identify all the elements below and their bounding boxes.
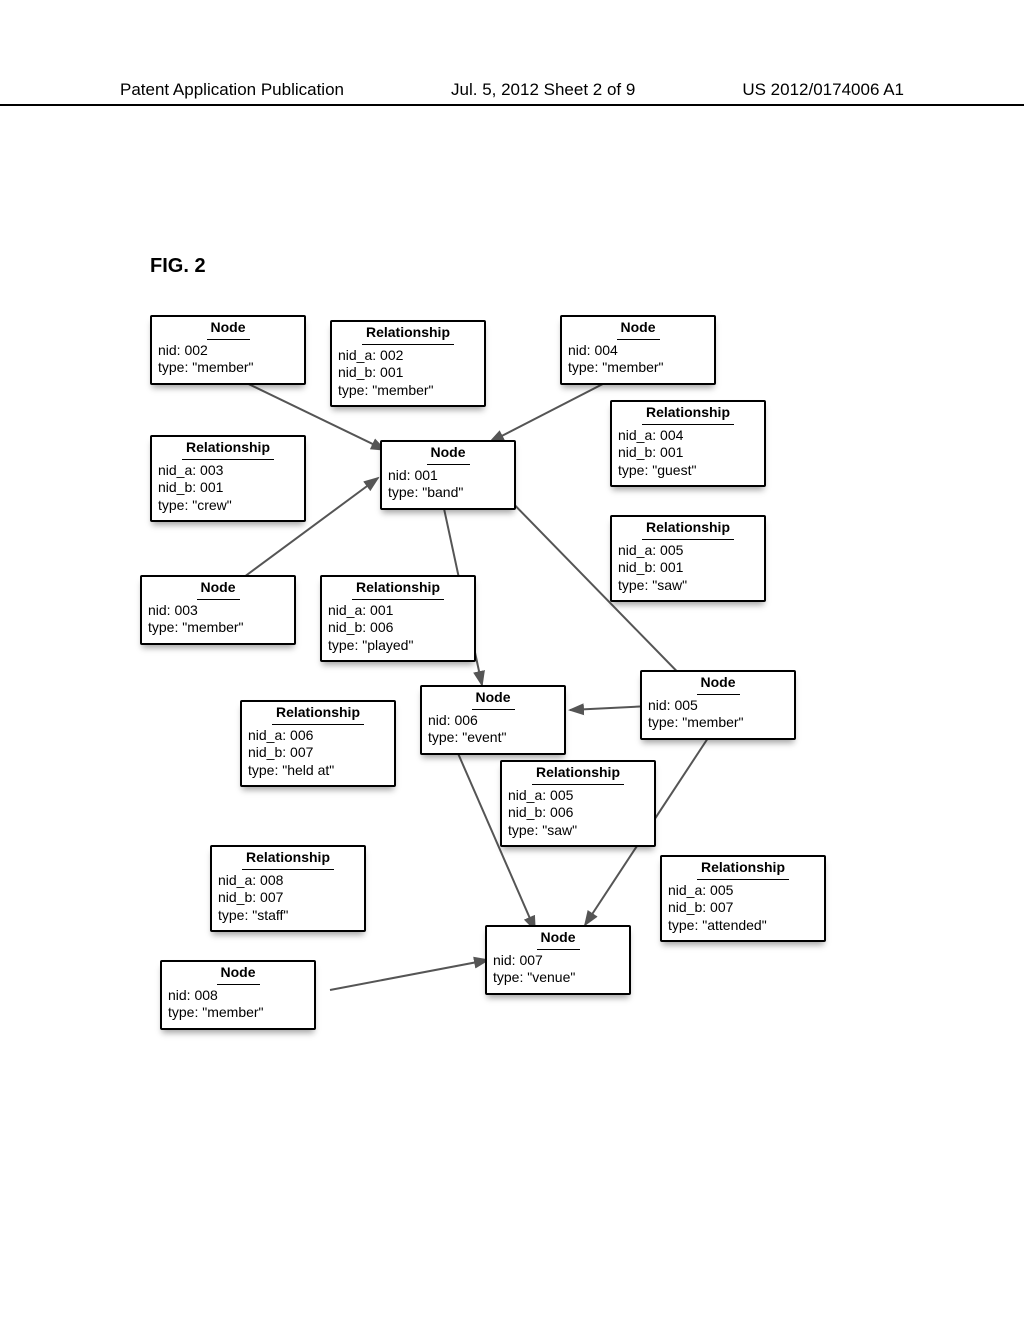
rel-001-006-b: nid_b: 006 bbox=[328, 619, 468, 637]
node-title: Node bbox=[207, 319, 250, 340]
rel-005-007-type: type: "attended" bbox=[668, 917, 818, 935]
node-title: Node bbox=[197, 579, 240, 600]
relationship-005-007: Relationship nid_a: 005 nid_b: 007 type:… bbox=[660, 855, 826, 942]
node-004-nid: nid: 004 bbox=[568, 342, 708, 360]
node-003: Node nid: 003 type: "member" bbox=[140, 575, 296, 645]
relationship-006-007: Relationship nid_a: 006 nid_b: 007 type:… bbox=[240, 700, 396, 787]
rel-006-007-b: nid_b: 007 bbox=[248, 744, 388, 762]
node-004: Node nid: 004 type: "member" bbox=[560, 315, 716, 385]
rel-002-001-a: nid_a: 002 bbox=[338, 347, 478, 365]
rel-004-001-a: nid_a: 004 bbox=[618, 427, 758, 445]
relationship-003-001: Relationship nid_a: 003 nid_b: 001 type:… bbox=[150, 435, 306, 522]
node-title: Node bbox=[217, 964, 260, 985]
relationship-008-007: Relationship nid_a: 008 nid_b: 007 type:… bbox=[210, 845, 366, 932]
node-title: Node bbox=[472, 689, 515, 710]
node-002: Node nid: 002 type: "member" bbox=[150, 315, 306, 385]
node-001-nid: nid: 001 bbox=[388, 467, 508, 485]
rel-005-006-b: nid_b: 006 bbox=[508, 804, 648, 822]
rel-005-006-a: nid_a: 005 bbox=[508, 787, 648, 805]
node-004-type: type: "member" bbox=[568, 359, 708, 377]
node-006-nid: nid: 006 bbox=[428, 712, 558, 730]
relationship-title: Relationship bbox=[697, 859, 789, 880]
rel-008-007-a: nid_a: 008 bbox=[218, 872, 358, 890]
rel-005-001-type: type: "saw" bbox=[618, 577, 758, 595]
node-006-type: type: "event" bbox=[428, 729, 558, 747]
rel-005-007-a: nid_a: 005 bbox=[668, 882, 818, 900]
rel-006-007-type: type: "held at" bbox=[248, 762, 388, 780]
node-006: Node nid: 006 type: "event" bbox=[420, 685, 566, 755]
diagram-area: Node nid: 002 type: "member" Relationshi… bbox=[130, 300, 890, 1030]
edge-008-007 bbox=[330, 960, 488, 990]
relationship-title: Relationship bbox=[362, 324, 454, 345]
rel-001-006-type: type: "played" bbox=[328, 637, 468, 655]
rel-004-001-b: nid_b: 001 bbox=[618, 444, 758, 462]
node-title: Node bbox=[427, 444, 470, 465]
header-center: Jul. 5, 2012 Sheet 2 of 9 bbox=[451, 80, 635, 100]
relationship-title: Relationship bbox=[642, 519, 734, 540]
rel-002-001-b: nid_b: 001 bbox=[338, 364, 478, 382]
node-001-type: type: "band" bbox=[388, 484, 508, 502]
rel-008-007-b: nid_b: 007 bbox=[218, 889, 358, 907]
relationship-title: Relationship bbox=[182, 439, 274, 460]
header-right: US 2012/0174006 A1 bbox=[742, 80, 904, 100]
rel-003-001-a: nid_a: 003 bbox=[158, 462, 298, 480]
node-003-type: type: "member" bbox=[148, 619, 288, 637]
figure-label: FIG. 2 bbox=[150, 255, 206, 278]
node-007-nid: nid: 007 bbox=[493, 952, 623, 970]
rel-003-001-b: nid_b: 001 bbox=[158, 479, 298, 497]
rel-008-007-type: type: "staff" bbox=[218, 907, 358, 925]
node-title: Node bbox=[617, 319, 660, 340]
node-007-type: type: "venue" bbox=[493, 969, 623, 987]
node-005-nid: nid: 005 bbox=[648, 697, 788, 715]
rel-005-006-type: type: "saw" bbox=[508, 822, 648, 840]
relationship-005-006: Relationship nid_a: 005 nid_b: 006 type:… bbox=[500, 760, 656, 847]
node-title: Node bbox=[697, 674, 740, 695]
node-005: Node nid: 005 type: "member" bbox=[640, 670, 796, 740]
node-title: Node bbox=[537, 929, 580, 950]
node-008-nid: nid: 008 bbox=[168, 987, 308, 1005]
page: Patent Application Publication Jul. 5, 2… bbox=[0, 0, 1024, 1320]
relationship-001-006: Relationship nid_a: 001 nid_b: 006 type:… bbox=[320, 575, 476, 662]
node-005-type: type: "member" bbox=[648, 714, 788, 732]
node-008: Node nid: 008 type: "member" bbox=[160, 960, 316, 1030]
header-left: Patent Application Publication bbox=[120, 80, 344, 100]
rel-001-006-a: nid_a: 001 bbox=[328, 602, 468, 620]
node-002-type: type: "member" bbox=[158, 359, 298, 377]
node-002-nid: nid: 002 bbox=[158, 342, 298, 360]
relationship-004-001: Relationship nid_a: 004 nid_b: 001 type:… bbox=[610, 400, 766, 487]
relationship-title: Relationship bbox=[642, 404, 734, 425]
node-007: Node nid: 007 type: "venue" bbox=[485, 925, 631, 995]
relationship-title: Relationship bbox=[352, 579, 444, 600]
rel-005-007-b: nid_b: 007 bbox=[668, 899, 818, 917]
relationship-title: Relationship bbox=[272, 704, 364, 725]
relationship-title: Relationship bbox=[242, 849, 334, 870]
rel-004-001-type: type: "guest" bbox=[618, 462, 758, 480]
node-008-type: type: "member" bbox=[168, 1004, 308, 1022]
relationship-title: Relationship bbox=[532, 764, 624, 785]
rel-003-001-type: type: "crew" bbox=[158, 497, 298, 515]
rel-002-001-type: type: "member" bbox=[338, 382, 478, 400]
relationship-002-001: Relationship nid_a: 002 nid_b: 001 type:… bbox=[330, 320, 486, 407]
rel-005-001-b: nid_b: 001 bbox=[618, 559, 758, 577]
node-001: Node nid: 001 type: "band" bbox=[380, 440, 516, 510]
page-header: Patent Application Publication Jul. 5, 2… bbox=[0, 80, 1024, 106]
node-003-nid: nid: 003 bbox=[148, 602, 288, 620]
rel-006-007-a: nid_a: 006 bbox=[248, 727, 388, 745]
rel-005-001-a: nid_a: 005 bbox=[618, 542, 758, 560]
relationship-005-001: Relationship nid_a: 005 nid_b: 001 type:… bbox=[610, 515, 766, 602]
